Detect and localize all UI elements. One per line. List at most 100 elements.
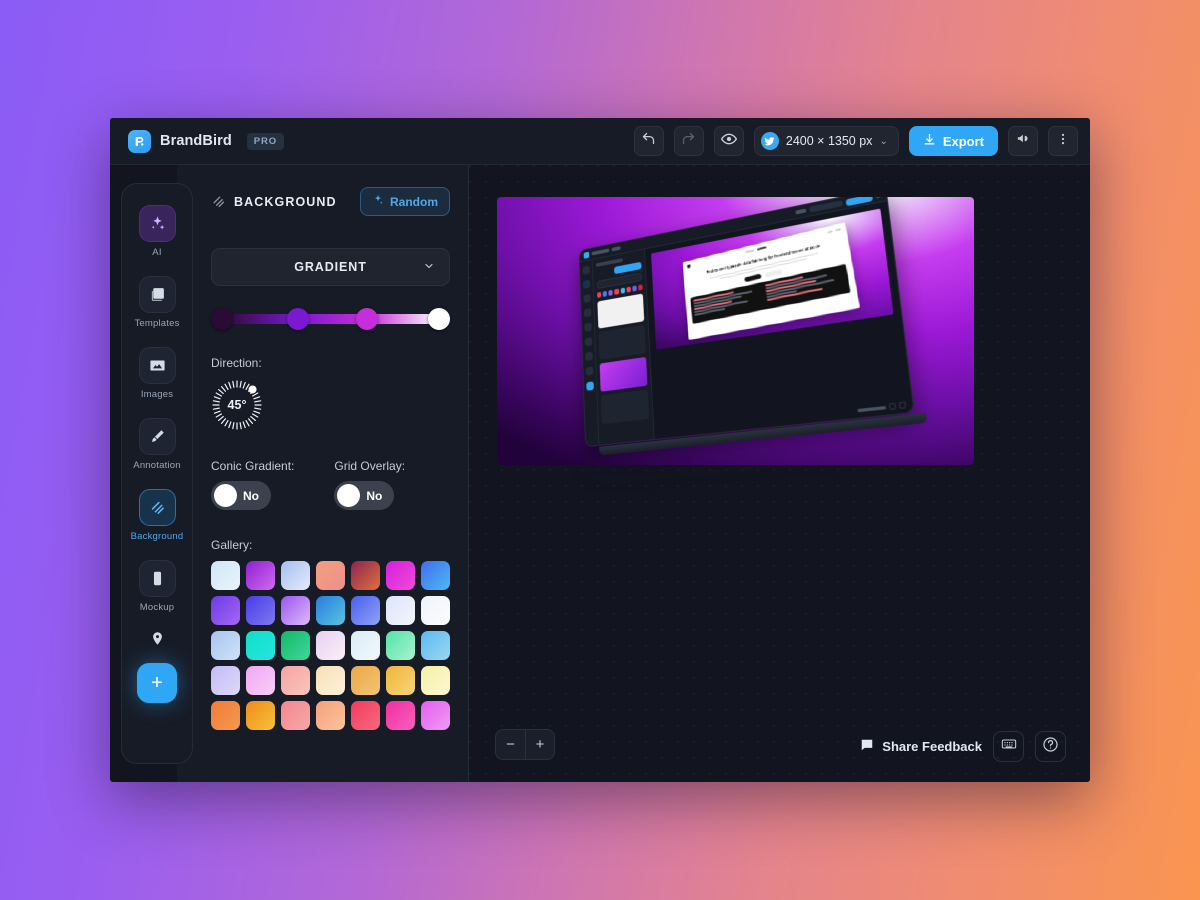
sidebar-item-mockup[interactable]: Mockup: [122, 551, 192, 622]
gallery-swatch-4-1[interactable]: [211, 666, 240, 695]
gallery-swatch-4-2[interactable]: [246, 666, 275, 695]
canvas-area[interactable]: End-to-end typesafe data fetching for fr…: [469, 165, 1090, 782]
undo-button[interactable]: [634, 126, 664, 156]
gallery-swatch-1-3[interactable]: [281, 561, 310, 590]
grid-overlay-group: Grid Overlay: No: [334, 459, 405, 510]
direction-value: 45°: [211, 379, 263, 431]
gallery-swatch-5-6[interactable]: [386, 701, 415, 730]
twitter-icon: [761, 132, 779, 150]
random-button[interactable]: Random: [360, 187, 450, 216]
zoom-controls: − +: [495, 729, 555, 760]
sidebar-item-label: Images: [141, 389, 173, 400]
gallery-swatch-4-4[interactable]: [316, 666, 345, 695]
gradient-gallery: [211, 561, 450, 730]
location-pin-icon: [139, 628, 176, 648]
gallery-swatch-4-3[interactable]: [281, 666, 310, 695]
sidebar-item-label: Mockup: [140, 602, 174, 613]
stripes-icon: [139, 489, 176, 526]
grid-overlay-value: No: [366, 489, 382, 503]
gallery-swatch-5-3[interactable]: [281, 701, 310, 730]
canvas-footer: Share Feedback: [860, 731, 1066, 762]
mock-code-line: [694, 292, 735, 302]
mock-footer-button: [899, 402, 907, 409]
add-element-button[interactable]: +: [137, 663, 177, 703]
brand-name: BrandBird: [160, 133, 232, 149]
gallery-swatch-2-3[interactable]: [281, 596, 310, 625]
sidebar-item-images[interactable]: Images: [122, 338, 192, 409]
mock-rail-icon: [585, 352, 593, 361]
gallery-swatch-5-7[interactable]: [421, 701, 450, 730]
laptop-mockup[interactable]: End-to-end typesafe data fetching for fr…: [579, 197, 915, 447]
gallery-swatch-1-2[interactable]: [246, 561, 275, 590]
gallery-swatch-3-1[interactable]: [211, 631, 240, 660]
announcements-button[interactable]: [1008, 126, 1038, 156]
conic-gradient-toggle[interactable]: No: [211, 481, 271, 510]
mock-dot: [620, 287, 624, 293]
gallery-swatch-4-6[interactable]: [386, 666, 415, 695]
gallery-swatch-3-3[interactable]: [281, 631, 310, 660]
redo-button[interactable]: [674, 126, 704, 156]
gallery-swatch-5-4[interactable]: [316, 701, 345, 730]
preview-button[interactable]: [714, 126, 744, 156]
canvas-size-selector[interactable]: 2400 × 1350 px ⌄: [754, 126, 899, 156]
gallery-swatch-2-5[interactable]: [351, 596, 380, 625]
gradient-stop-1[interactable]: [211, 308, 233, 330]
direction-dial[interactable]: 45°: [211, 379, 263, 431]
gallery-swatch-3-6[interactable]: [386, 631, 415, 660]
more-options-button[interactable]: [1048, 126, 1078, 156]
export-button[interactable]: Export: [909, 126, 998, 156]
stripes-icon: [211, 194, 226, 209]
sidebar-item-location[interactable]: [122, 622, 192, 659]
gallery-label: Gallery:: [211, 538, 450, 552]
sidebar-item-templates[interactable]: Templates: [122, 267, 192, 338]
gallery-swatch-3-2[interactable]: [246, 631, 275, 660]
gallery-swatch-2-1[interactable]: [211, 596, 240, 625]
background-type-select[interactable]: GRADIENT: [211, 248, 450, 286]
mock-brand-text: [592, 249, 610, 256]
gallery-swatch-1-5[interactable]: [351, 561, 380, 590]
grid-overlay-toggle[interactable]: No: [334, 481, 394, 510]
sidebar-item-label: Annotation: [133, 460, 180, 471]
help-circle-icon: [1042, 736, 1059, 758]
gallery-swatch-5-2[interactable]: [246, 701, 275, 730]
brand[interactable]: BrandBird PRO: [128, 130, 284, 153]
sidebar-item-annotation[interactable]: Annotation: [122, 409, 192, 480]
mock-dot: [632, 285, 637, 291]
share-feedback-button[interactable]: Share Feedback: [860, 738, 982, 755]
mock-rail-icon: [582, 266, 589, 275]
mock-thumbnail: [601, 389, 649, 424]
mock-rail-icon: [583, 294, 590, 303]
gallery-swatch-2-6[interactable]: [386, 596, 415, 625]
gradient-stop-3[interactable]: [356, 308, 378, 330]
gallery-swatch-4-7[interactable]: [421, 666, 450, 695]
background-type-value: GRADIENT: [294, 260, 366, 274]
gallery-swatch-1-7[interactable]: [421, 561, 450, 590]
gallery-swatch-2-2[interactable]: [246, 596, 275, 625]
gradient-stop-4[interactable]: [428, 308, 450, 330]
sidebar-item-label: AI: [152, 247, 161, 258]
gallery-swatch-3-5[interactable]: [351, 631, 380, 660]
gallery-swatch-3-4[interactable]: [316, 631, 345, 660]
mock-cta-row: [689, 256, 846, 296]
mock-footer: [857, 402, 906, 414]
gallery-swatch-2-7[interactable]: [421, 596, 450, 625]
keyboard-shortcuts-button[interactable]: [993, 731, 1024, 762]
gallery-swatch-1-4[interactable]: [316, 561, 345, 590]
gallery-swatch-1-1[interactable]: [211, 561, 240, 590]
gallery-swatch-5-1[interactable]: [211, 701, 240, 730]
help-button[interactable]: [1035, 731, 1066, 762]
sidebar-item-background[interactable]: Background: [122, 480, 192, 551]
zoom-in-button[interactable]: +: [525, 730, 554, 759]
gradient-stop-2[interactable]: [287, 308, 309, 330]
gallery-swatch-4-5[interactable]: [351, 666, 380, 695]
zoom-out-button[interactable]: −: [496, 730, 525, 759]
mock-nav-link: [836, 229, 841, 232]
gallery-swatch-3-7[interactable]: [421, 631, 450, 660]
sidebar-item-ai[interactable]: AI: [122, 196, 192, 267]
gallery-swatch-5-5[interactable]: [351, 701, 380, 730]
sparkle-icon: [372, 194, 384, 209]
artboard[interactable]: End-to-end typesafe data fetching for fr…: [497, 197, 974, 465]
gallery-swatch-2-4[interactable]: [316, 596, 345, 625]
gallery-swatch-1-6[interactable]: [386, 561, 415, 590]
gradient-stops-slider[interactable]: [211, 308, 450, 330]
